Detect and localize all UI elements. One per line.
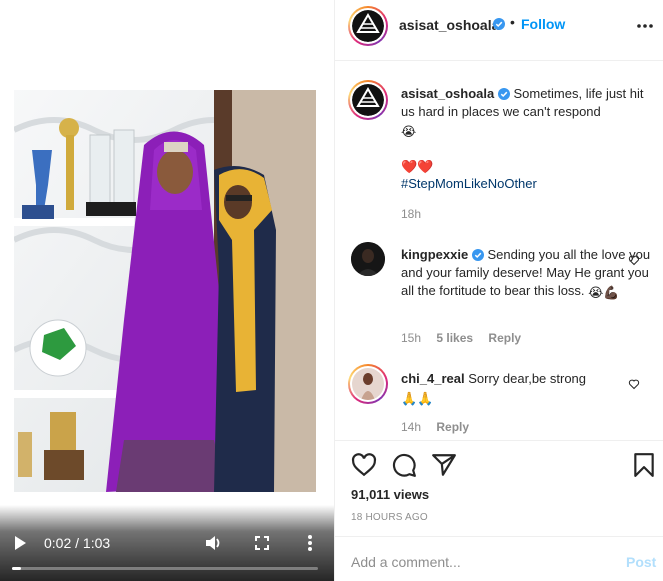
heart-icon[interactable] — [351, 452, 377, 478]
crying-emoji: 😭 — [401, 124, 417, 139]
total-time: 1:03 — [82, 535, 111, 551]
comment-avatar-chi-4-real[interactable] — [348, 364, 388, 404]
more-vertical-icon[interactable] — [300, 533, 320, 553]
comment-emoji: 🙏🙏 — [401, 391, 434, 406]
comment-text: chi_4_real Sorry dear,be strong 🙏🙏 — [401, 370, 651, 408]
time-separator: / — [75, 535, 80, 551]
share-icon[interactable] — [431, 452, 457, 478]
view-count[interactable]: 91,011 views — [351, 487, 429, 502]
composer-divider — [335, 536, 663, 537]
comment-body: Sorry dear,be strong — [468, 371, 587, 386]
verified-badge-icon — [497, 88, 510, 100]
hashtag-link[interactable]: #StepMomLikeNoOther — [401, 176, 537, 191]
caption-avatar[interactable] — [348, 80, 388, 120]
caption-time[interactable]: 18h — [401, 207, 421, 221]
verified-badge-icon — [471, 249, 484, 261]
reply-button[interactable]: Reply — [488, 331, 521, 345]
comment-username[interactable]: kingpexxie — [401, 247, 468, 262]
post-side-panel: asisat_oshoala • Follow asisat_oshoala S… — [334, 0, 663, 581]
comment-username[interactable]: chi_4_real — [401, 371, 465, 386]
comment-time[interactable]: 15h — [401, 331, 421, 345]
caption-hashtag-line: #StepMomLikeNoOther — [401, 175, 651, 193]
caption-text: asisat_oshoala Sometimes, life just hit … — [401, 85, 651, 141]
actions-divider — [335, 440, 663, 441]
post-timestamp[interactable]: 18 HOURS AGO — [351, 512, 428, 523]
comment-input[interactable]: Add a comment... — [351, 554, 461, 570]
bookmark-icon[interactable] — [631, 452, 657, 478]
video-frame[interactable] — [14, 90, 316, 492]
video-still-image — [14, 90, 316, 492]
more-horizontal-icon[interactable] — [635, 16, 655, 36]
header-separator-dot: • — [510, 14, 515, 30]
current-time: 0:02 — [44, 535, 72, 551]
play-icon[interactable] — [10, 533, 30, 553]
brand-logo-icon — [352, 10, 384, 42]
video-progress-fill — [12, 567, 22, 570]
comment-avatar-kingpexxie[interactable] — [351, 242, 385, 276]
header-divider — [335, 60, 663, 61]
user-avatar-image — [351, 242, 385, 276]
fullscreen-icon[interactable] — [252, 533, 272, 553]
like-comment-heart-icon[interactable] — [628, 254, 640, 266]
video-controls: 0:02 / 1:03 — [0, 505, 334, 581]
video-time: 0:02 / 1:03 — [44, 535, 110, 551]
video-player[interactable]: 0:02 / 1:03 — [0, 0, 334, 581]
comment-likes[interactable]: 5 likes — [436, 331, 473, 345]
follow-button[interactable]: Follow — [521, 16, 565, 32]
volume-icon[interactable] — [203, 533, 225, 553]
comment-time[interactable]: 14h — [401, 420, 421, 434]
caption-username[interactable]: asisat_oshoala — [401, 86, 494, 101]
heart-emojis: ❤️❤️ — [401, 159, 434, 174]
comment-meta: 15h 5 likes Reply — [401, 331, 533, 345]
user-avatar-image — [352, 368, 384, 400]
comment-icon[interactable] — [391, 452, 417, 478]
comment-meta: 14h Reply — [401, 420, 481, 434]
like-comment-heart-icon[interactable] — [628, 378, 640, 390]
video-progress-bar[interactable] — [12, 567, 318, 570]
brand-logo-icon — [352, 84, 384, 116]
reply-button[interactable]: Reply — [436, 420, 469, 434]
post-button[interactable]: Post — [626, 554, 656, 570]
header-username[interactable]: asisat_oshoala — [399, 17, 499, 33]
comment-emoji: 😭💪🏿 — [588, 285, 620, 300]
header-avatar[interactable] — [348, 6, 388, 46]
comment-text: kingpexxie Sending you all the love you … — [401, 246, 651, 302]
verified-badge-icon — [493, 18, 505, 30]
caption-meta: 18h — [401, 207, 433, 221]
caption-hearts-line: ❤️❤️ — [401, 156, 651, 176]
